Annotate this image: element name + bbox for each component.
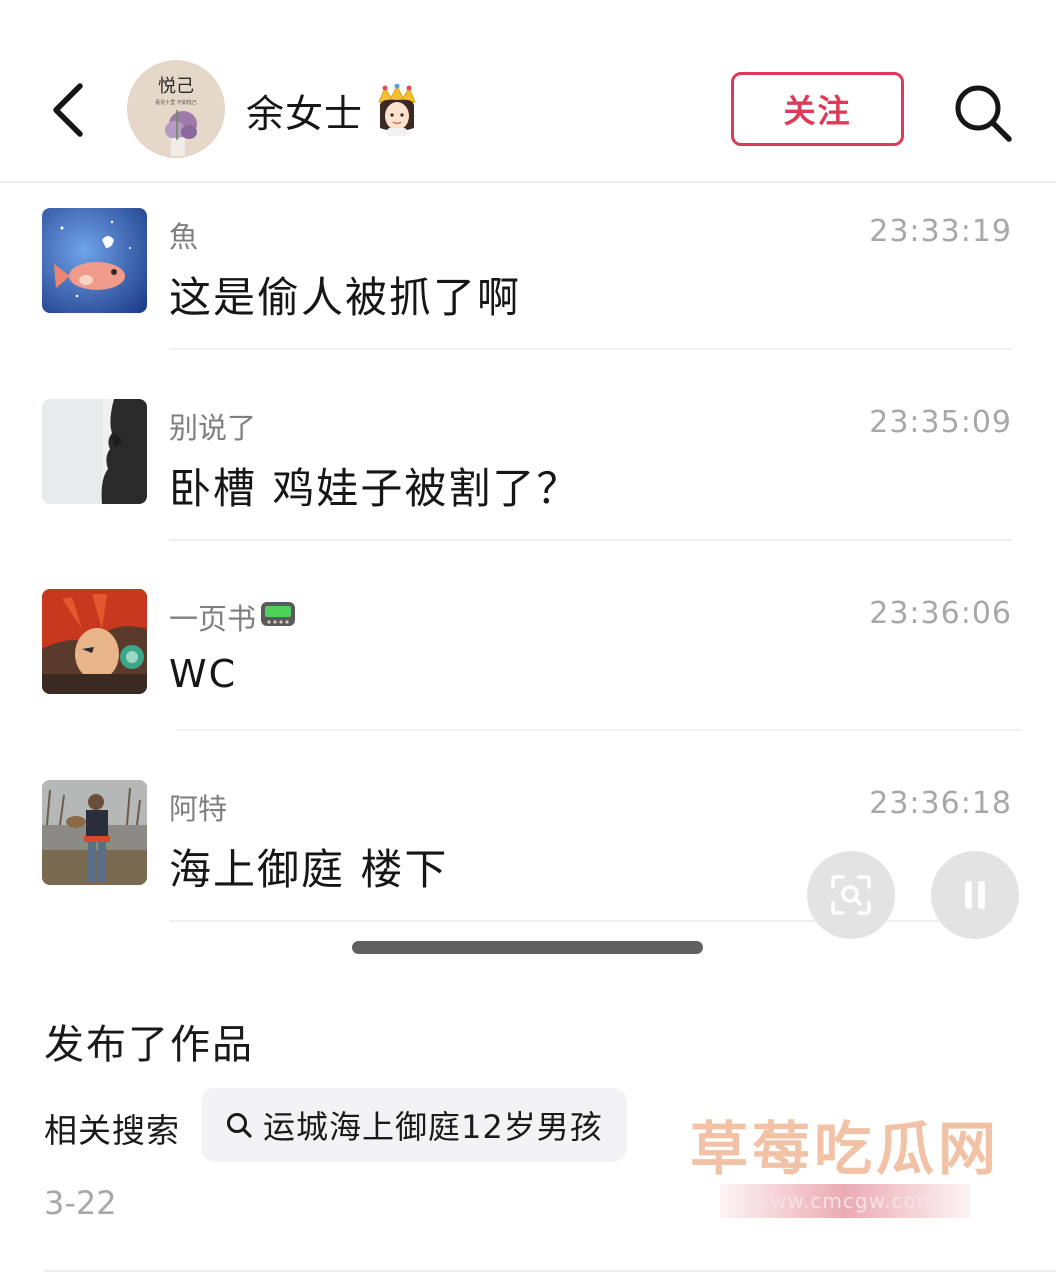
comment-text: 卧槽 鸡娃子被割了？	[169, 464, 581, 513]
watermark-title: 草莓吃瓜网	[690, 1115, 1001, 1183]
avatar-image: 悦己 看花十里 不如悦己	[127, 60, 225, 158]
search-icon	[955, 85, 1012, 142]
sheet-drag-handle[interactable]	[352, 941, 703, 954]
bottom-divider	[44, 1270, 1056, 1272]
outdoor-photo-avatar-image	[42, 780, 147, 885]
avatar-logo-text: 悦己	[158, 76, 194, 97]
commenter-name[interactable]: 阿特	[169, 786, 227, 828]
screenshot-scan-button[interactable]	[807, 851, 895, 939]
commenter-avatar[interactable]	[42, 780, 147, 885]
commenter-avatar[interactable]	[42, 589, 147, 694]
commenter-name[interactable]: 一页书	[169, 596, 296, 638]
related-search-chip[interactable]: 运城海上御庭12岁男孩	[201, 1088, 627, 1162]
comment-divider	[169, 348, 1012, 350]
comment-divider	[176, 729, 1022, 731]
pager-icon	[260, 599, 296, 636]
fish-avatar-image	[42, 208, 147, 313]
crown-woman-icon	[373, 83, 421, 136]
watermark: 草莓吃瓜网 www.cmcgw.com	[690, 1102, 1020, 1222]
comment-divider	[169, 539, 1012, 541]
related-search-label: 相关搜索	[44, 1111, 180, 1150]
comment-text: 海上御庭 楼下	[169, 845, 449, 894]
author-name: 余女士	[246, 91, 364, 136]
author-name-group: 余女士	[246, 82, 421, 138]
top-bar: 悦己 看花十里 不如悦己 余女士 关注	[0, 0, 1056, 183]
commenter-avatar[interactable]	[42, 399, 147, 504]
search-button[interactable]	[950, 80, 1016, 146]
comment-time: 23:36:06	[869, 596, 1012, 631]
commenter-name[interactable]: 别说了	[169, 405, 256, 447]
author-avatar[interactable]: 悦己 看花十里 不如悦己	[127, 60, 225, 158]
comment-time: 23:36:18	[869, 786, 1012, 821]
watermark-url: www.cmcgw.com	[720, 1184, 970, 1218]
related-search-query: 运城海上御庭12岁男孩	[263, 1108, 603, 1146]
post-date: 3-22	[44, 1184, 117, 1222]
published-heading: 发布了作品	[44, 1022, 254, 1068]
comment-text: 这是偷人被抓了啊	[169, 273, 522, 322]
silhouette-avatar-image	[42, 399, 147, 504]
pause-icon	[965, 881, 985, 909]
anime-avatar-image	[42, 589, 147, 694]
chevron-left-icon	[53, 83, 83, 137]
comment-page: 悦己 看花十里 不如悦己 余女士 关注 魚 23:33:19 这是偷人被抓了啊 …	[0, 0, 1056, 1280]
follow-button[interactable]: 关注	[731, 72, 904, 146]
comment-time: 23:35:09	[869, 405, 1012, 440]
back-button[interactable]	[44, 78, 96, 142]
search-icon	[227, 1113, 252, 1138]
scan-icon	[831, 875, 871, 915]
commenter-name-text: 一页书	[169, 602, 257, 636]
comment-text: WC	[169, 652, 238, 696]
avatar-caption: 看花十里 不如悦己	[155, 99, 197, 106]
pause-button[interactable]	[931, 851, 1019, 939]
comment-time: 23:33:19	[869, 214, 1012, 249]
commenter-name[interactable]: 魚	[169, 214, 198, 256]
commenter-avatar[interactable]	[42, 208, 147, 313]
